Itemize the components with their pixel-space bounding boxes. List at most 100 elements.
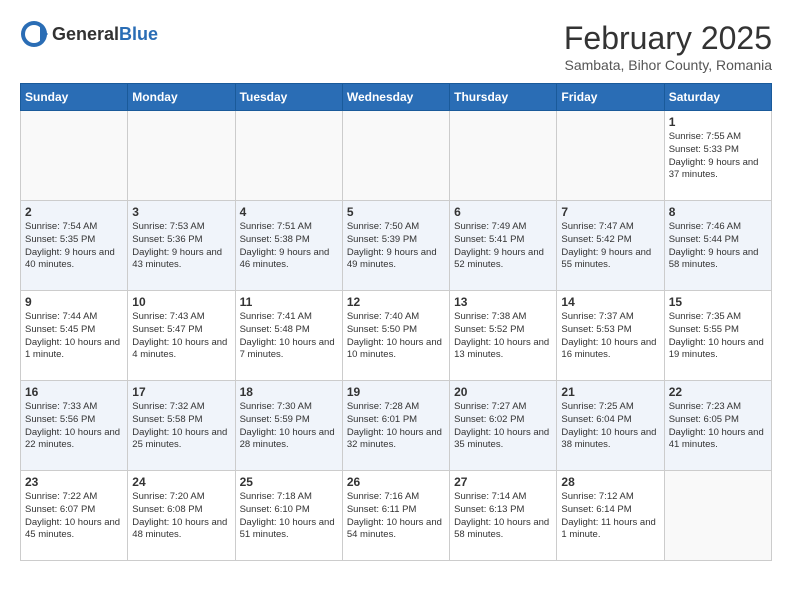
day-number: 17 <box>132 385 230 399</box>
day-info: Sunrise: 7:46 AM Sunset: 5:44 PM Dayligh… <box>669 221 767 272</box>
calendar-cell <box>664 471 771 561</box>
calendar-cell: 3Sunrise: 7:53 AM Sunset: 5:36 PM Daylig… <box>128 201 235 291</box>
calendar-cell: 11Sunrise: 7:41 AM Sunset: 5:48 PM Dayli… <box>235 291 342 381</box>
calendar-cell: 26Sunrise: 7:16 AM Sunset: 6:11 PM Dayli… <box>342 471 449 561</box>
day-info: Sunrise: 7:50 AM Sunset: 5:39 PM Dayligh… <box>347 221 445 272</box>
weekday-header-row: SundayMondayTuesdayWednesdayThursdayFrid… <box>21 84 772 111</box>
day-info: Sunrise: 7:23 AM Sunset: 6:05 PM Dayligh… <box>669 401 767 452</box>
day-info: Sunrise: 7:12 AM Sunset: 6:14 PM Dayligh… <box>561 491 659 542</box>
title-area: February 2025 Sambata, Bihor County, Rom… <box>564 20 772 73</box>
day-info: Sunrise: 7:25 AM Sunset: 6:04 PM Dayligh… <box>561 401 659 452</box>
logo-icon <box>20 20 48 48</box>
day-number: 10 <box>132 295 230 309</box>
day-number: 12 <box>347 295 445 309</box>
calendar-cell: 5 Sunrise: 7:50 AM Sunset: 5:39 PM Daylig… <box>342 201 449 291</box>
logo-blue: Blue <box>119 24 158 44</box>
weekday-header-friday: Friday <box>557 84 664 111</box>
calendar-cell <box>235 111 342 201</box>
calendar-cell: 19 Sunrise: 7:28 AM Sunset: 6:01 PM Dayli… <box>342 381 449 471</box>
calendar-cell: 22 Sunrise: 7:23 AM Sunset: 6:05 PM Dayli… <box>664 381 771 471</box>
weekday-header-thursday: Thursday <box>450 84 557 111</box>
day-info: Sunrise: 7:38 AM Sunset: 5:52 PM Dayligh… <box>454 311 552 362</box>
day-info: Sunrise: 7:37 AM Sunset: 5:53 PM Dayligh… <box>561 311 659 362</box>
day-number: 23 <box>25 475 123 489</box>
day-info: Sunrise: 7:27 AM Sunset: 6:02 PM Dayligh… <box>454 401 552 452</box>
calendar-cell <box>450 111 557 201</box>
day-number: 9 <box>25 295 123 309</box>
day-number: 16 <box>25 385 123 399</box>
day-info: Sunrise: 7:32 AM Sunset: 5:58 PM Dayligh… <box>132 401 230 452</box>
day-number: 22 <box>669 385 767 399</box>
day-number: 27 <box>454 475 552 489</box>
weekday-header-monday: Monday <box>128 84 235 111</box>
weekday-header-wednesday: Wednesday <box>342 84 449 111</box>
day-number: 18 <box>240 385 338 399</box>
calendar-cell: 7Sunrise: 7:47 AM Sunset: 5:42 PM Daylig… <box>557 201 664 291</box>
calendar-table: SundayMondayTuesdayWednesdayThursdayFrid… <box>20 83 772 561</box>
day-info: Sunrise: 7:18 AM Sunset: 6:10 PM Dayligh… <box>240 491 338 542</box>
calendar-cell: 4 Sunrise: 7:51 AM Sunset: 5:38 PM Daylig… <box>235 201 342 291</box>
calendar-cell <box>342 111 449 201</box>
calendar-cell: 17 Sunrise: 7:32 AM Sunset: 5:58 PM Dayli… <box>128 381 235 471</box>
calendar-cell: 1 Sunrise: 7:55 AM Sunset: 5:33 PM Daylig… <box>664 111 771 201</box>
day-info: Sunrise: 7:16 AM Sunset: 6:11 PM Dayligh… <box>347 491 445 542</box>
day-number: 28 <box>561 475 659 489</box>
day-info: Sunrise: 7:33 AM Sunset: 5:56 PM Dayligh… <box>25 401 123 452</box>
day-number: 19 <box>347 385 445 399</box>
day-info: Sunrise: 7:40 AM Sunset: 5:50 PM Dayligh… <box>347 311 445 362</box>
day-number: 13 <box>454 295 552 309</box>
week-row-2: 2 Sunrise: 7:54 AM Sunset: 5:35 PM Daylig… <box>21 201 772 291</box>
calendar-cell: 2 Sunrise: 7:54 AM Sunset: 5:35 PM Daylig… <box>21 201 128 291</box>
day-info: Sunrise: 7:43 AM Sunset: 5:47 PM Dayligh… <box>132 311 230 362</box>
day-number: 4 <box>240 205 338 219</box>
calendar-cell <box>21 111 128 201</box>
calendar-cell: 27Sunrise: 7:14 AM Sunset: 6:13 PM Dayli… <box>450 471 557 561</box>
calendar-cell: 15 Sunrise: 7:35 AM Sunset: 5:55 PM Dayli… <box>664 291 771 381</box>
location-subtitle: Sambata, Bihor County, Romania <box>564 57 772 73</box>
calendar-cell <box>557 111 664 201</box>
day-info: Sunrise: 7:54 AM Sunset: 5:35 PM Dayligh… <box>25 221 123 272</box>
day-info: Sunrise: 7:28 AM Sunset: 6:01 PM Dayligh… <box>347 401 445 452</box>
day-info: Sunrise: 7:55 AM Sunset: 5:33 PM Dayligh… <box>669 131 767 182</box>
week-row-1: 1 Sunrise: 7:55 AM Sunset: 5:33 PM Daylig… <box>21 111 772 201</box>
day-info: Sunrise: 7:53 AM Sunset: 5:36 PM Dayligh… <box>132 221 230 272</box>
week-row-3: 9 Sunrise: 7:44 AM Sunset: 5:45 PM Daylig… <box>21 291 772 381</box>
day-info: Sunrise: 7:20 AM Sunset: 6:08 PM Dayligh… <box>132 491 230 542</box>
calendar-cell: 25 Sunrise: 7:18 AM Sunset: 6:10 PM Dayli… <box>235 471 342 561</box>
day-number: 1 <box>669 115 767 129</box>
day-info: Sunrise: 7:51 AM Sunset: 5:38 PM Dayligh… <box>240 221 338 272</box>
day-number: 15 <box>669 295 767 309</box>
calendar-cell: 18 Sunrise: 7:30 AM Sunset: 5:59 PM Dayli… <box>235 381 342 471</box>
calendar-cell: 9 Sunrise: 7:44 AM Sunset: 5:45 PM Daylig… <box>21 291 128 381</box>
weekday-header-tuesday: Tuesday <box>235 84 342 111</box>
weekday-header-sunday: Sunday <box>21 84 128 111</box>
day-number: 2 <box>25 205 123 219</box>
day-number: 8 <box>669 205 767 219</box>
day-info: Sunrise: 7:35 AM Sunset: 5:55 PM Dayligh… <box>669 311 767 362</box>
month-title: February 2025 <box>564 20 772 57</box>
day-number: 7 <box>561 205 659 219</box>
day-info: Sunrise: 7:44 AM Sunset: 5:45 PM Dayligh… <box>25 311 123 362</box>
day-number: 21 <box>561 385 659 399</box>
logo: GeneralBlue <box>20 20 158 48</box>
day-info: Sunrise: 7:49 AM Sunset: 5:41 PM Dayligh… <box>454 221 552 272</box>
calendar-cell: 8 Sunrise: 7:46 AM Sunset: 5:44 PM Daylig… <box>664 201 771 291</box>
calendar-cell: 21 Sunrise: 7:25 AM Sunset: 6:04 PM Dayli… <box>557 381 664 471</box>
day-number: 5 <box>347 205 445 219</box>
calendar-cell: 14Sunrise: 7:37 AM Sunset: 5:53 PM Dayli… <box>557 291 664 381</box>
calendar-cell: 23 Sunrise: 7:22 AM Sunset: 6:07 PM Dayli… <box>21 471 128 561</box>
calendar-cell: 24Sunrise: 7:20 AM Sunset: 6:08 PM Dayli… <box>128 471 235 561</box>
day-info: Sunrise: 7:41 AM Sunset: 5:48 PM Dayligh… <box>240 311 338 362</box>
calendar-cell: 20Sunrise: 7:27 AM Sunset: 6:02 PM Dayli… <box>450 381 557 471</box>
day-info: Sunrise: 7:22 AM Sunset: 6:07 PM Dayligh… <box>25 491 123 542</box>
day-number: 25 <box>240 475 338 489</box>
calendar-cell <box>128 111 235 201</box>
page-header: GeneralBlue February 2025 Sambata, Bihor… <box>20 20 772 73</box>
week-row-5: 23 Sunrise: 7:22 AM Sunset: 6:07 PM Dayli… <box>21 471 772 561</box>
weekday-header-saturday: Saturday <box>664 84 771 111</box>
day-info: Sunrise: 7:30 AM Sunset: 5:59 PM Dayligh… <box>240 401 338 452</box>
calendar-cell: 28 Sunrise: 7:12 AM Sunset: 6:14 PM Dayli… <box>557 471 664 561</box>
calendar-cell: 6 Sunrise: 7:49 AM Sunset: 5:41 PM Daylig… <box>450 201 557 291</box>
week-row-4: 16 Sunrise: 7:33 AM Sunset: 5:56 PM Dayli… <box>21 381 772 471</box>
day-number: 6 <box>454 205 552 219</box>
